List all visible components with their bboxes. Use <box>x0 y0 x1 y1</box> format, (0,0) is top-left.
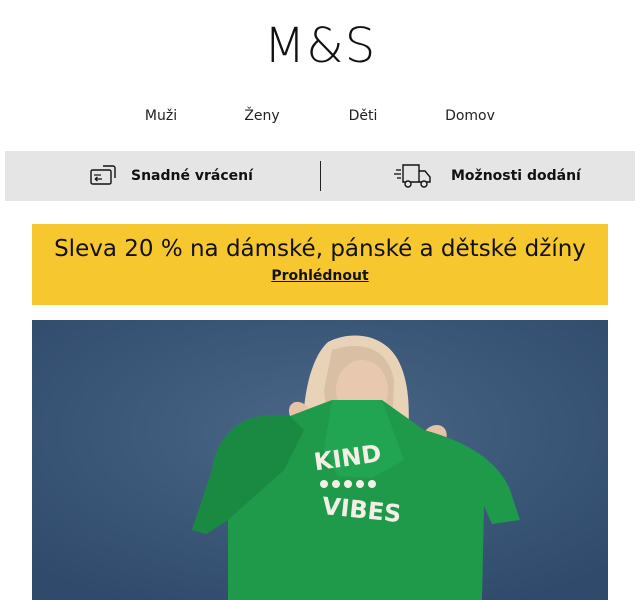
delivery-label: Možnosti dodání <box>451 168 581 184</box>
nav-item-deti[interactable]: Děti <box>349 108 378 124</box>
hero-image[interactable]: KIND VIBES <box>32 320 608 600</box>
main-nav: Muži Ženy Děti Domov <box>0 108 640 128</box>
nav-item-muzi[interactable]: Muži <box>145 108 177 124</box>
delivery-truck-icon <box>393 161 433 191</box>
nav-item-domov[interactable]: Domov <box>445 108 495 124</box>
promo-banner[interactable]: Sleva 20 % na dámské, pánské a dětské dž… <box>32 224 608 305</box>
returns-link[interactable]: Snadné vrácení <box>89 151 253 201</box>
delivery-link[interactable]: Možnosti dodání <box>393 151 581 201</box>
promo-cta-link[interactable]: Prohlédnout <box>271 268 368 284</box>
returns-label: Snadné vrácení <box>131 168 253 184</box>
service-bar: Snadné vrácení Možnosti dodání <box>5 151 635 201</box>
return-card-icon <box>89 164 117 188</box>
promo-headline: Sleva 20 % na dámské, pánské a dětské dž… <box>54 236 586 262</box>
brand-logo[interactable]: M&S <box>0 18 640 74</box>
service-divider <box>320 161 321 191</box>
nav-item-zeny[interactable]: Ženy <box>244 108 279 124</box>
